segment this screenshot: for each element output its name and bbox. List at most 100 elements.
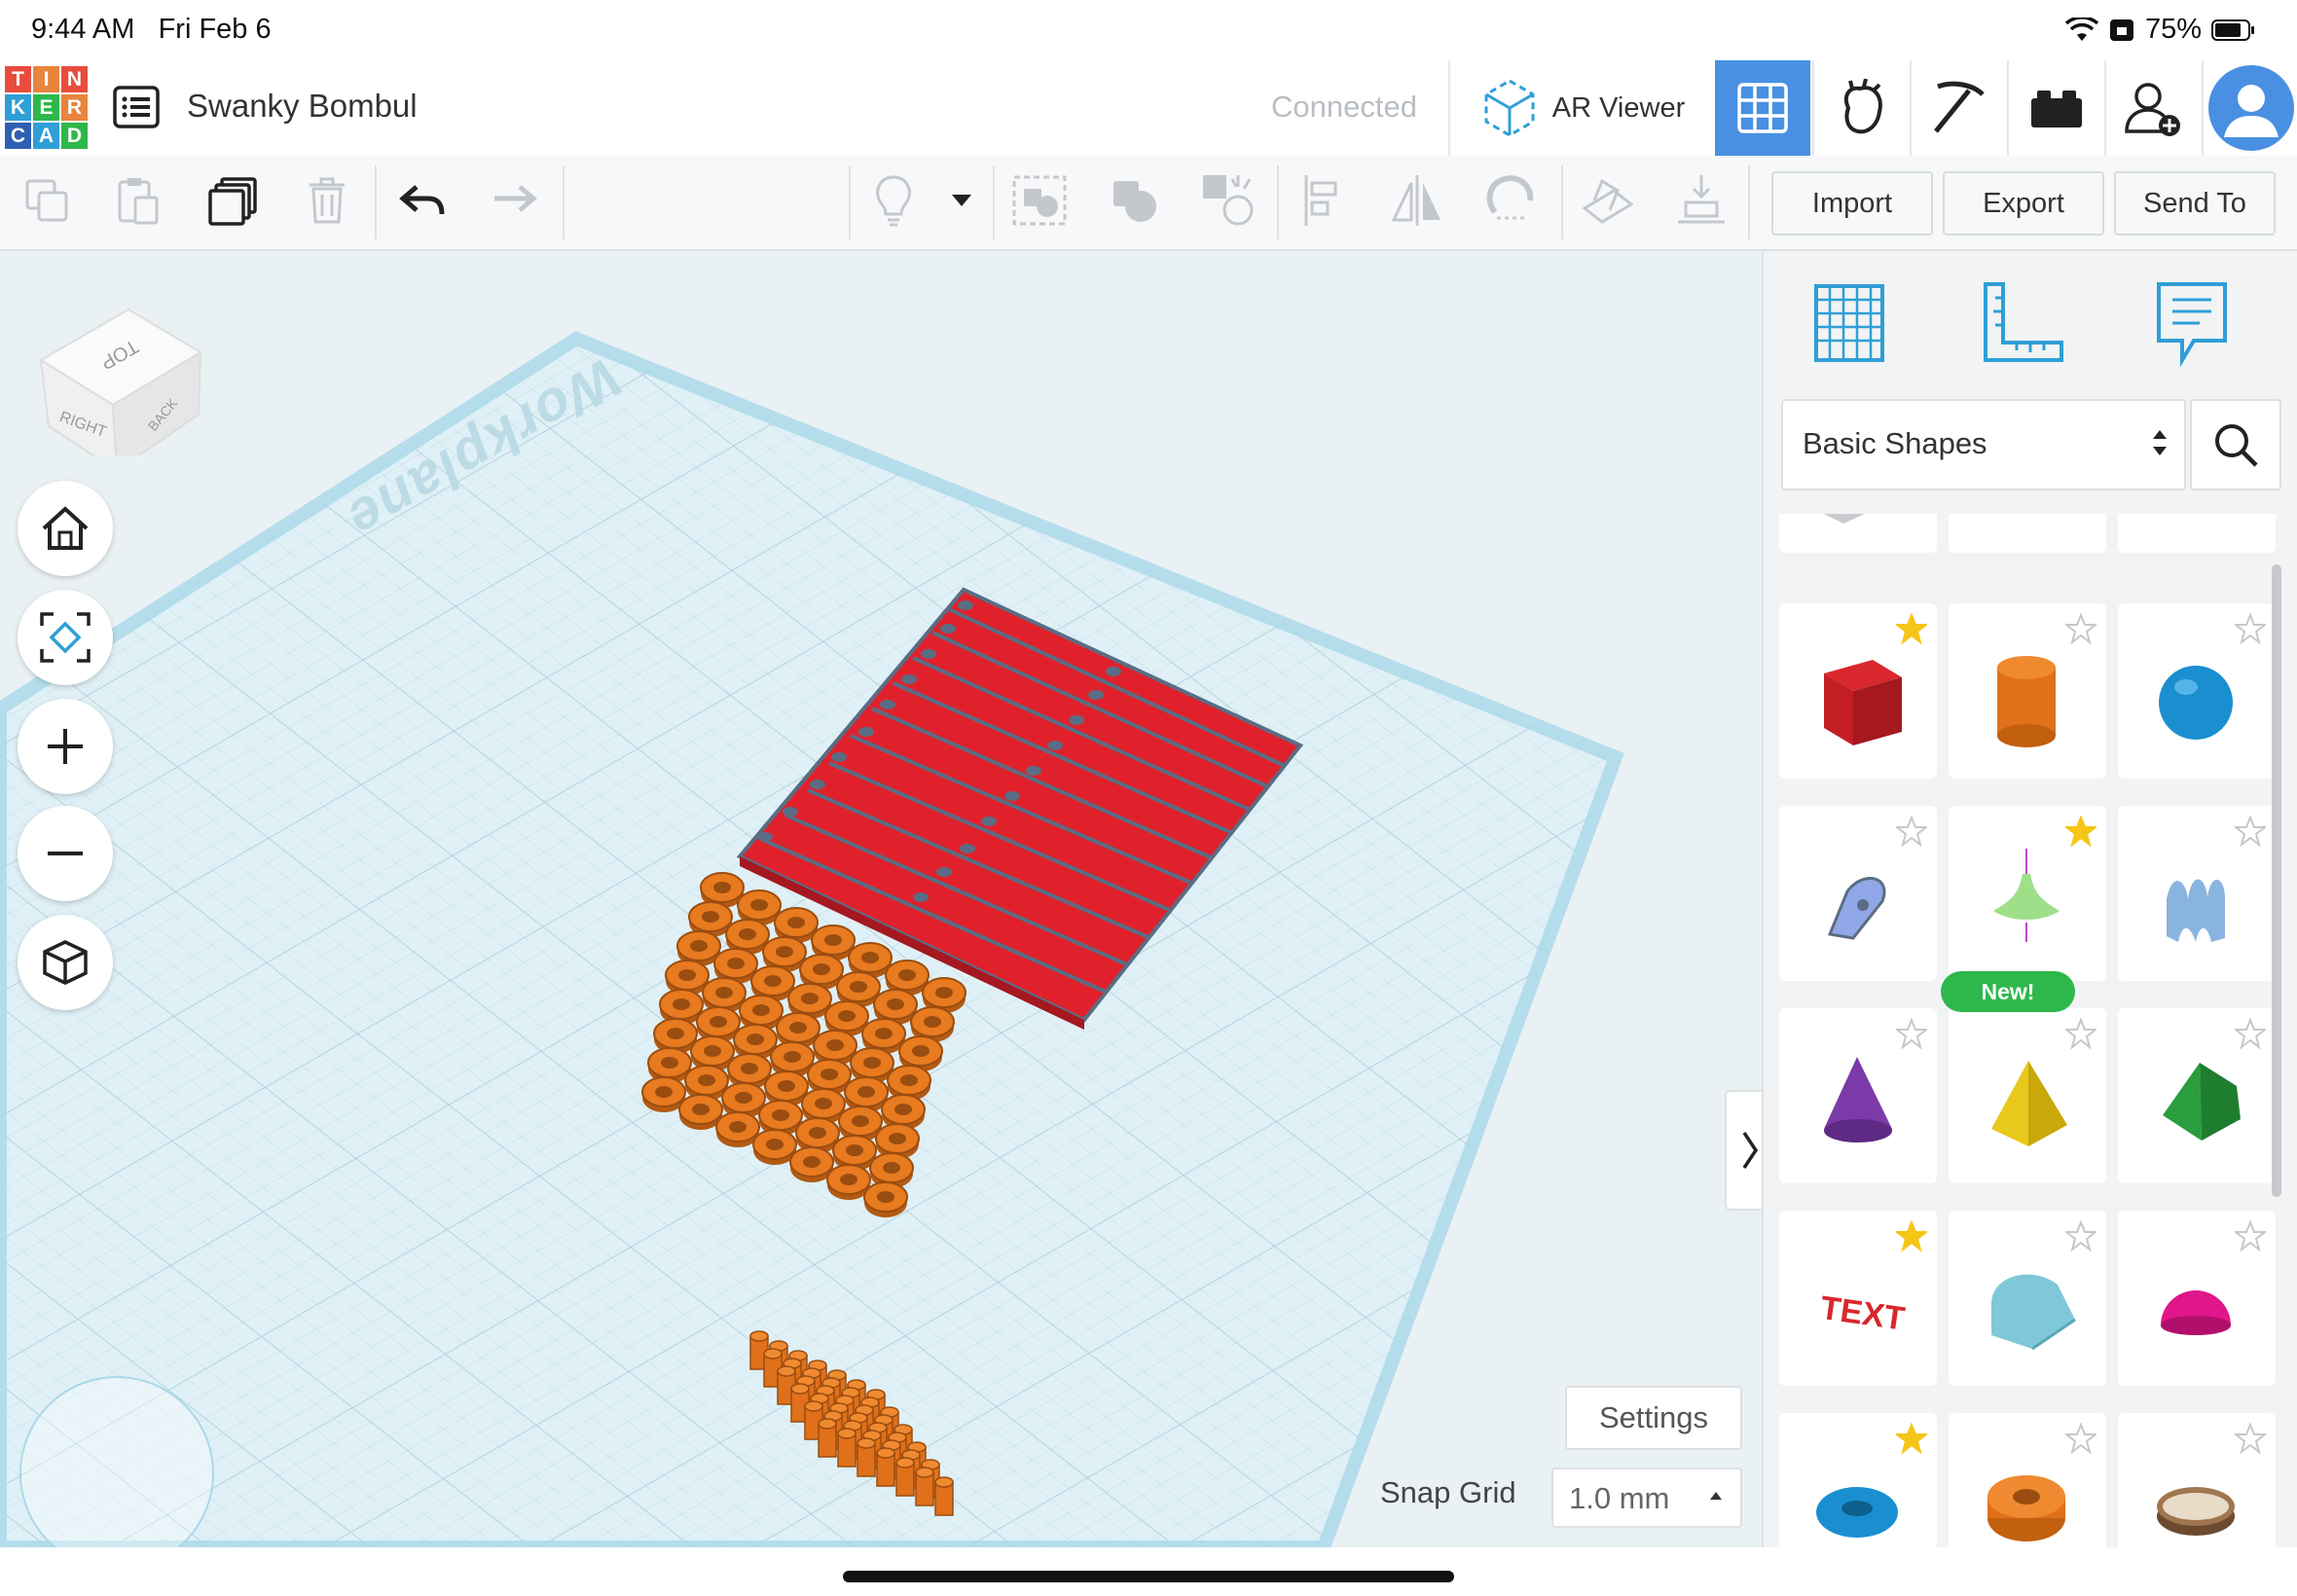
add-user-icon — [2125, 83, 2180, 136]
group-button[interactable] — [1012, 173, 1067, 228]
peg — [876, 1447, 895, 1487]
spacer-ring — [863, 1181, 908, 1217]
design-list-button[interactable] — [113, 86, 160, 133]
wave-shape-icon — [2167, 879, 2225, 942]
shape-tile-torus[interactable] — [1779, 1413, 1937, 1547]
shape-tile-tube[interactable] — [1949, 1413, 2106, 1547]
shape-tile-cylinder-hole[interactable] — [1949, 514, 2106, 553]
ruler-tool-button[interactable] — [1980, 280, 2065, 371]
send-to-button[interactable]: Send To — [2114, 171, 2276, 236]
workplane-tool-button[interactable] — [1808, 280, 1890, 371]
paste-icon — [118, 178, 159, 225]
logo-letter: C — [5, 123, 31, 149]
blocks-view-button[interactable] — [1812, 60, 1910, 156]
favorite-star-icon[interactable] — [1896, 1018, 1927, 1049]
ungroup-button[interactable] — [1108, 173, 1162, 228]
snap-grid-select[interactable]: 1.0 mm — [1551, 1468, 1742, 1528]
cruise-button[interactable] — [1483, 173, 1538, 228]
orange-pegs — [749, 1330, 954, 1516]
shape-tile-roof[interactable] — [2118, 1008, 2276, 1183]
redo-icon — [494, 185, 537, 212]
favorite-star-icon[interactable] — [2235, 1018, 2266, 1049]
export-button[interactable]: Export — [1943, 171, 2104, 236]
tinkercad-logo[interactable]: T I N K E R C A D — [5, 66, 88, 149]
undo-button[interactable] — [395, 173, 450, 228]
model-objects[interactable] — [0, 251, 1762, 1547]
align-button[interactable] — [1296, 173, 1351, 228]
shape-tile-wave-shape[interactable] — [2118, 806, 2276, 981]
magnet-icon — [1486, 175, 1534, 220]
workplane-icon — [1582, 178, 1634, 224]
hole-solid-button[interactable] — [1201, 173, 1256, 228]
favorite-star-icon[interactable] — [2065, 1018, 2096, 1049]
favorite-star-icon[interactable] — [1896, 816, 1927, 847]
shape-tile-box-hole[interactable] — [1779, 514, 1937, 553]
workplane-button[interactable] — [1581, 173, 1635, 228]
shape-tile-sphere[interactable] — [2118, 603, 2276, 779]
paste-button[interactable] — [111, 173, 165, 228]
shape-tile-ring[interactable] — [2118, 1413, 2276, 1547]
logo-letter: N — [61, 66, 88, 92]
shape-tile-scribble[interactable] — [1779, 806, 1937, 981]
connection-status: Connected — [1271, 90, 1417, 124]
notes-tool-button[interactable] — [2153, 278, 2231, 373]
favorite-star-icon[interactable] — [2065, 816, 2096, 847]
half-cylinder-icon — [1991, 1274, 2076, 1351]
ar-viewer-button[interactable]: AR Viewer — [1448, 60, 1715, 156]
favorite-star-icon[interactable] — [1896, 1220, 1927, 1251]
new-badge: New! — [1941, 971, 2075, 1012]
favorite-star-icon[interactable] — [1896, 613, 1927, 644]
design-title[interactable]: Swanky Bombul — [187, 88, 418, 125]
favorite-star-icon[interactable] — [2235, 1423, 2266, 1454]
panel-scrollbar[interactable] — [2272, 564, 2281, 1197]
pickaxe-icon — [1934, 81, 1985, 133]
half-sphere-icon — [2161, 1290, 2231, 1335]
bricks-view-button[interactable] — [1910, 60, 2007, 156]
favorite-star-icon[interactable] — [2235, 816, 2266, 847]
drop-button[interactable] — [1674, 173, 1729, 228]
workplane-grid-icon — [1814, 284, 1884, 362]
mirror-button[interactable] — [1390, 173, 1444, 228]
trash-icon — [310, 177, 345, 224]
favorite-star-icon[interactable] — [2065, 1423, 2096, 1454]
peg — [915, 1467, 934, 1506]
panel-collapse-button[interactable] — [1725, 1090, 1762, 1211]
home-indicator[interactable] — [843, 1571, 1454, 1582]
copy-button[interactable] — [19, 173, 74, 228]
invite-user-button[interactable] — [2104, 60, 2202, 156]
cylinder-hole-icon — [1974, 514, 2079, 555]
duplicate-button[interactable] — [206, 173, 261, 228]
shape-tile-text[interactable]: TEXT — [1779, 1211, 1937, 1386]
shape-tile-box[interactable] — [1779, 603, 1937, 779]
shape-search-button[interactable] — [2190, 399, 2281, 490]
shape-tile-sphere-hole[interactable] — [2118, 514, 2276, 553]
redo-button[interactable] — [487, 173, 541, 228]
shape-tile-half-cylinder[interactable] — [1949, 1211, 2106, 1386]
shape-tile-half-sphere[interactable] — [2118, 1211, 2276, 1386]
notes-dropdown-button[interactable] — [934, 173, 989, 228]
import-button[interactable]: Import — [1771, 171, 1933, 236]
hand-icon — [1843, 79, 1882, 134]
sphere-hole-icon — [2143, 514, 2248, 555]
logo-letter: E — [33, 94, 59, 121]
shape-tile-pyramid[interactable] — [1949, 1008, 2106, 1183]
user-avatar-button[interactable] — [2202, 60, 2297, 156]
sim-lab-button[interactable] — [2007, 60, 2104, 156]
shape-tile-cylinder[interactable] — [1949, 603, 2106, 779]
3d-workspace[interactable]: Workplane TOP RIGHT BACK — [0, 251, 1762, 1547]
shape-tile-cone[interactable] — [1779, 1008, 1937, 1183]
3d-view-button[interactable] — [1715, 60, 1810, 156]
shape-tile-spinning-top[interactable] — [1949, 806, 2106, 981]
notes-light-button[interactable] — [866, 173, 921, 228]
undo-icon — [399, 185, 445, 215]
pyramid-icon — [1991, 1061, 2067, 1146]
favorite-star-icon[interactable] — [1896, 1423, 1927, 1454]
favorite-star-icon[interactable] — [2065, 613, 2096, 644]
shape-category-select[interactable]: Basic Shapes — [1781, 399, 2186, 490]
favorite-star-icon[interactable] — [2235, 1220, 2266, 1251]
hole-icon — [1203, 175, 1254, 226]
favorite-star-icon[interactable] — [2235, 613, 2266, 644]
settings-button[interactable]: Settings — [1565, 1386, 1742, 1450]
favorite-star-icon[interactable] — [2065, 1220, 2096, 1251]
delete-button[interactable] — [300, 173, 354, 228]
